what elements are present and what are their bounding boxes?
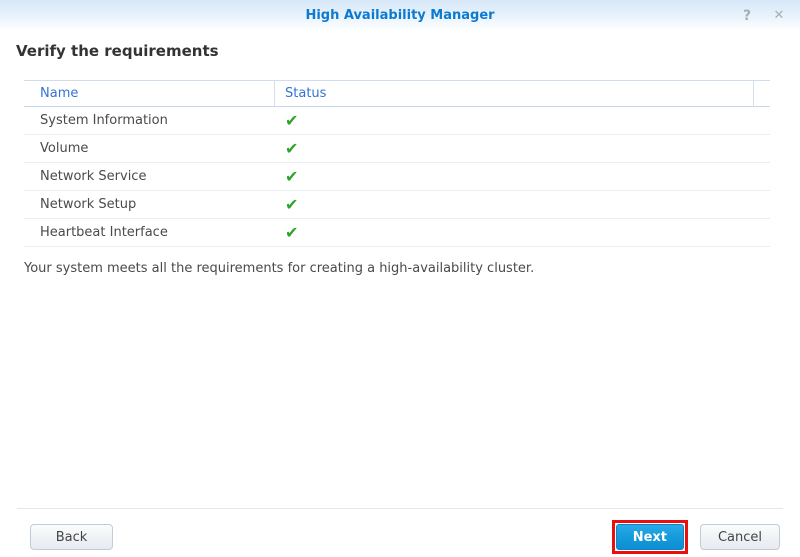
annotation-highlight: Next — [611, 520, 688, 554]
row-name-cell: Volume — [40, 141, 89, 156]
footer: Back Next Cancel — [0, 517, 800, 557]
column-header-status[interactable]: Status — [275, 81, 753, 106]
requirements-result-message: Your system meets all the requirements f… — [24, 261, 535, 276]
row-name-cell: Heartbeat Interface — [40, 225, 168, 240]
check-icon: ✔ — [285, 194, 299, 214]
cancel-button[interactable]: Cancel — [700, 524, 780, 550]
check-icon: ✔ — [285, 138, 299, 158]
row-name-cell: System Information — [40, 113, 168, 128]
row-status-cell: ✔ — [275, 191, 770, 218]
requirements-table: Name Status System Information ✔ Volume … — [24, 80, 770, 247]
row-status-cell: ✔ — [275, 107, 770, 134]
row-name-cell: Network Setup — [40, 197, 137, 212]
high-availability-manager-dialog: High Availability Manager ? ✕ Verify the… — [0, 0, 800, 557]
table-row: Network Service ✔ — [24, 163, 770, 191]
page-title: Verify the requirements — [16, 42, 219, 60]
row-status-cell: ✔ — [275, 219, 770, 246]
row-name-cell: Network Service — [40, 169, 147, 184]
row-status-cell: ✔ — [275, 135, 770, 162]
table-header-row: Name Status — [24, 80, 770, 107]
help-icon[interactable]: ? — [738, 7, 756, 25]
titlebar: High Availability Manager ? ✕ — [0, 0, 800, 30]
footer-divider — [17, 508, 783, 509]
close-icon[interactable]: ✕ — [770, 7, 788, 25]
window-title: High Availability Manager — [305, 8, 495, 23]
column-header-name[interactable]: Name — [24, 81, 275, 106]
check-icon: ✔ — [285, 166, 299, 186]
next-button[interactable]: Next — [615, 524, 684, 550]
back-button[interactable]: Back — [30, 524, 113, 550]
header-spacer-cell — [753, 81, 770, 106]
table-row: Network Setup ✔ — [24, 191, 770, 219]
check-icon: ✔ — [285, 222, 299, 242]
row-status-cell: ✔ — [275, 163, 770, 190]
table-row: Heartbeat Interface ✔ — [24, 219, 770, 247]
check-icon: ✔ — [285, 110, 299, 130]
table-row: System Information ✔ — [24, 107, 770, 135]
table-row: Volume ✔ — [24, 135, 770, 163]
